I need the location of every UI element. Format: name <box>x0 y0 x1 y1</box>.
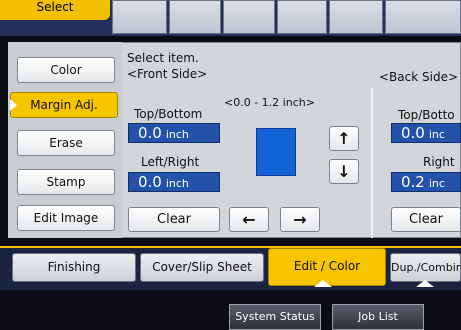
left-arrow-button[interactable]: ← <box>229 207 269 232</box>
front-side-heading: <Front Side> <box>127 67 208 81</box>
top-cell[interactable] <box>385 0 461 34</box>
top-cell[interactable] <box>329 0 383 34</box>
up-arrow-button[interactable]: ↑ <box>329 126 359 151</box>
back-right-value: 0.2 <box>401 173 425 191</box>
left-right-field[interactable]: 0.0 inch <box>128 172 220 192</box>
clear-button[interactable]: Clear <box>128 207 220 232</box>
back-right-label: Right <box>423 155 455 169</box>
right-arrow-button[interactable]: → <box>280 207 320 232</box>
margin-adj-button[interactable]: Margin Adj. <box>10 92 118 118</box>
tab-notch-icon <box>314 280 332 287</box>
select-tab[interactable]: Select <box>0 0 110 20</box>
margin-preview <box>256 128 296 176</box>
system-status-button[interactable]: System Status <box>229 304 321 330</box>
tab-finishing[interactable]: Finishing <box>12 253 136 282</box>
back-side-heading: <Back Side> <box>379 70 459 84</box>
job-list-button[interactable]: Job List <box>332 304 424 330</box>
tab-cover-slip-sheet[interactable]: Cover/Slip Sheet <box>140 253 264 282</box>
tab-dup-combine[interactable]: Dup./Combin <box>390 253 461 282</box>
top-cell[interactable] <box>112 0 167 34</box>
top-cell[interactable] <box>169 0 221 34</box>
top-cell[interactable] <box>277 0 327 34</box>
back-clear-button[interactable]: Clear <box>391 207 461 232</box>
instruction-text: Select item. <box>127 51 199 65</box>
unit-label: inc <box>428 177 445 190</box>
stamp-button[interactable]: Stamp <box>17 169 115 195</box>
erase-button[interactable]: Erase <box>17 130 115 156</box>
top-bottom-value: 0.0 <box>138 124 162 142</box>
unit-label: inch <box>165 128 189 141</box>
back-top-bottom-field[interactable]: 0.0 inc <box>391 123 461 143</box>
left-right-label: Left/Right <box>141 155 200 169</box>
top-cell[interactable] <box>223 0 275 34</box>
selected-arrow-icon <box>10 99 17 111</box>
top-bottom-field[interactable]: 0.0 inch <box>128 123 220 143</box>
color-button[interactable]: Color <box>17 57 115 83</box>
unit-label: inc <box>428 128 445 141</box>
back-top-bottom-value: 0.0 <box>401 124 425 142</box>
left-right-value: 0.0 <box>138 173 162 191</box>
side-divider <box>371 88 373 238</box>
back-right-field[interactable]: 0.2 inc <box>391 172 461 192</box>
unit-label: inch <box>165 177 189 190</box>
tab-notch-icon <box>416 280 434 287</box>
edit-image-button[interactable]: Edit Image <box>17 205 115 231</box>
down-arrow-button[interactable]: ↓ <box>329 159 359 184</box>
back-top-bottom-label: Top/Botto <box>398 108 455 122</box>
range-label: <0.0 - 1.2 inch> <box>224 96 315 109</box>
top-bottom-label: Top/Bottom <box>134 107 203 121</box>
